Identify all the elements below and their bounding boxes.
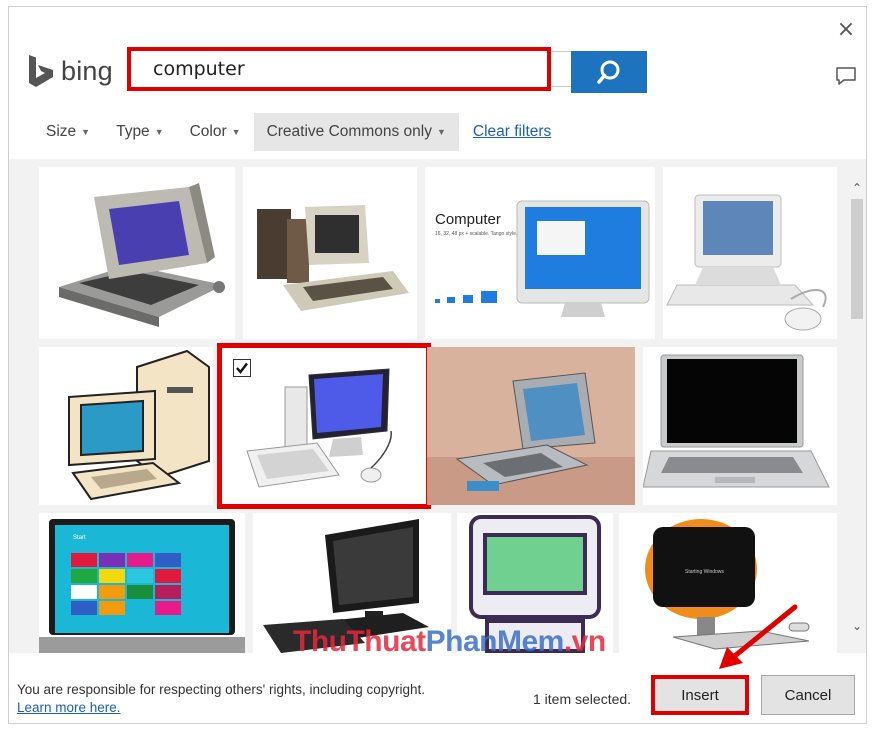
cancel-button[interactable]: Cancel [761, 675, 855, 715]
image-result-8[interactable] [643, 347, 837, 505]
icon-set-caption: 16, 32, 48 px + scalable. Tango style. [435, 231, 518, 237]
bing-logo-icon [29, 55, 53, 87]
icon-set-title: Computer [435, 211, 501, 228]
flat-monitor-keyboard-mouse-image [246, 368, 392, 488]
clipart-desktop-computer-image [68, 349, 210, 501]
image-result-5[interactable] [39, 347, 213, 505]
checkmark-icon [236, 362, 248, 374]
type-filter-label: Type [116, 123, 150, 140]
search-icon [597, 60, 620, 84]
results-scrollbar[interactable]: ⌃ ⌄ [848, 159, 866, 653]
computer-icon-set-image [435, 200, 650, 317]
scrollbar-thumb[interactable] [851, 199, 863, 319]
start-screen-label: Start [73, 535, 86, 541]
bing-logo-text: bing [61, 55, 113, 86]
chevron-down-icon: ▼ [231, 127, 241, 137]
white-crt-computer-image [666, 194, 827, 331]
close-button[interactable]: × [832, 15, 860, 43]
search-button[interactable] [571, 51, 647, 93]
search-input[interactable] [153, 58, 547, 80]
vintage-home-computer-image [257, 205, 409, 311]
search-box[interactable] [127, 47, 551, 91]
starting-windows-label: Starting Windows [685, 569, 724, 575]
notice-text: You are responsible for respecting other… [17, 682, 426, 697]
image-result-6[interactable] [217, 343, 431, 509]
insert-button[interactable]: Insert [651, 675, 749, 715]
retro-terminal-image [59, 183, 225, 327]
copyright-notice: You are responsible for respecting other… [17, 681, 437, 717]
chevron-down-icon: ▼ [436, 127, 446, 137]
color-filter[interactable]: Color ▼ [177, 113, 254, 151]
orange-crt-computer-image [645, 519, 810, 650]
image-result-4[interactable] [663, 167, 837, 339]
chevron-down-icon[interactable]: ⌄ [848, 617, 866, 635]
dialog-footer: You are responsible for respecting other… [9, 653, 866, 723]
close-icon: × [836, 16, 856, 42]
license-filter-label: Creative Commons only [266, 123, 432, 140]
chevron-down-icon: ▼ [154, 127, 164, 137]
chevron-down-icon: ▼ [81, 127, 91, 137]
image-result-9[interactable]: Start [39, 513, 245, 653]
speech-bubble-icon [836, 67, 856, 85]
color-filter-label: Color [189, 123, 227, 140]
clear-filters-link[interactable]: Clear filters [459, 123, 551, 141]
insert-pictures-dialog: × bing Size▼ Type▼ Color▼ Creative Co [8, 6, 867, 724]
filter-bar: Size ▼ Type ▼ Color ▼ Creative Commons only… [33, 113, 551, 151]
bing-logo: bing [27, 51, 113, 91]
image-result-1[interactable] [39, 167, 235, 339]
image-result-3[interactable]: Computer 16, 32, 48 px + scalable. Tango… [425, 167, 655, 339]
learn-more-link[interactable]: Learn more here. [17, 700, 121, 715]
image-result-12[interactable]: Starting Windows [619, 513, 837, 653]
selected-checkbox[interactable] [233, 359, 251, 377]
feedback-button[interactable] [832, 61, 860, 89]
selected-count: 1 item selected. [533, 691, 632, 707]
windows-start-laptop-image [39, 519, 245, 653]
license-filter[interactable]: Creative Commons only ▼ [253, 113, 459, 151]
image-results-grid: Computer 16, 32, 48 px + scalable. Tango… [9, 159, 866, 653]
image-result-7[interactable] [427, 347, 635, 505]
size-filter-label: Size [46, 123, 77, 140]
image-result-2[interactable] [243, 167, 417, 339]
black-laptop-open-image [643, 354, 830, 488]
grey-laptop-on-table-image [427, 347, 635, 505]
type-filter[interactable]: Type ▼ [103, 113, 177, 151]
chevron-up-icon[interactable]: ⌃ [848, 179, 866, 197]
search-box-padding [551, 51, 571, 87]
size-filter[interactable]: Size ▼ [33, 113, 103, 151]
